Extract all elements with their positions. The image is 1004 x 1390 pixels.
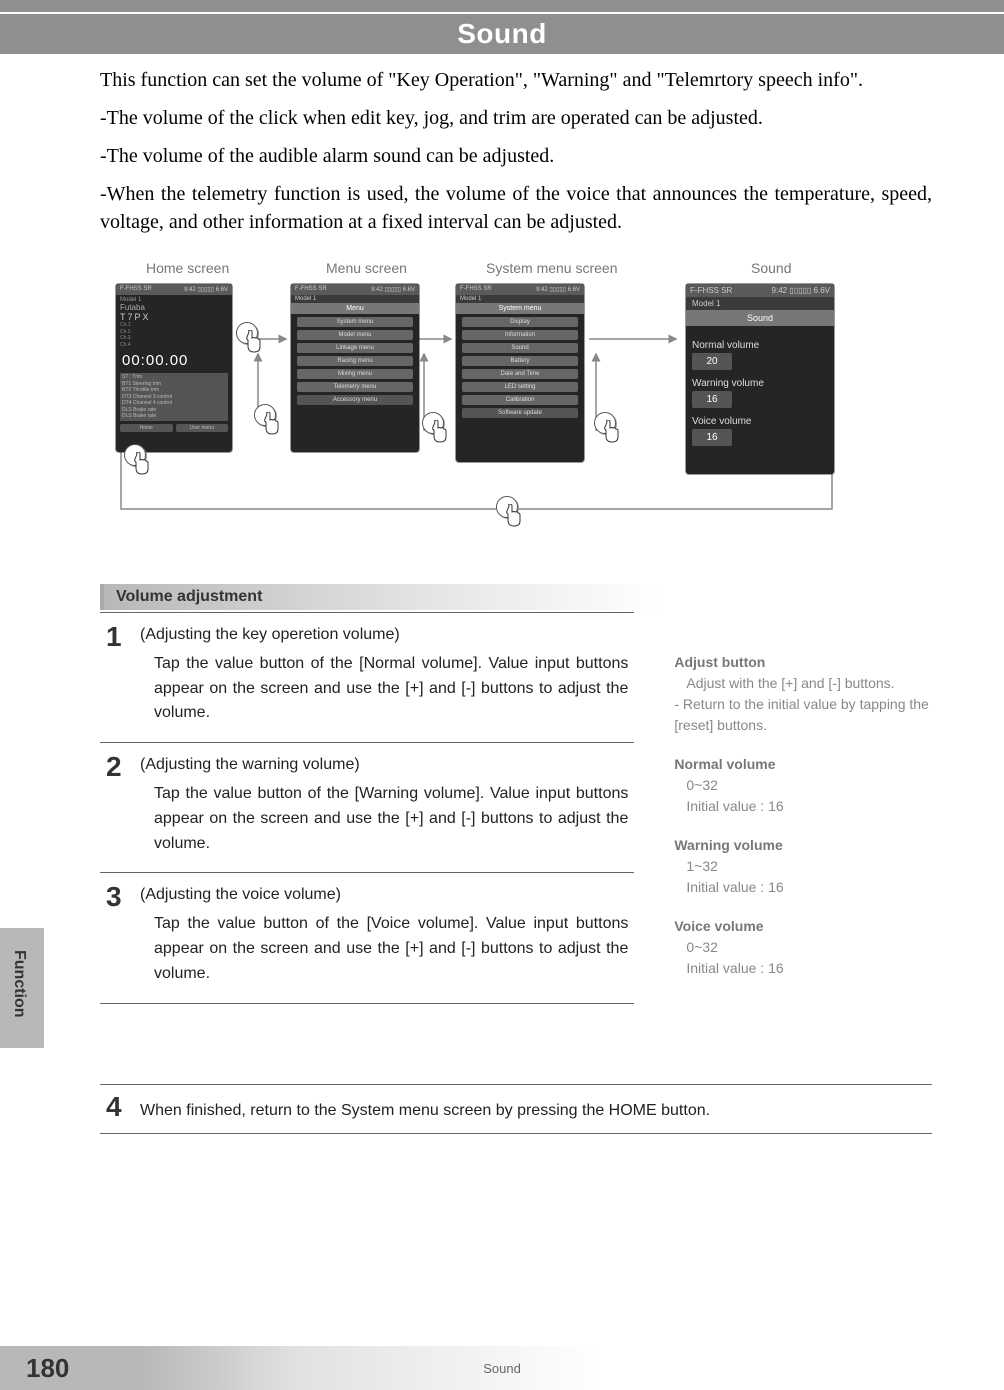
- side-notes: Adjust button Adjust with the [+] and [-…: [674, 612, 932, 997]
- nav-label-sound: Sound: [751, 260, 791, 276]
- note-normal-l2: Initial value : 16: [674, 796, 932, 817]
- step-2-title: (Adjusting the warning volume): [140, 753, 628, 778]
- note-voice-title: Voice volume: [674, 916, 932, 937]
- note-adjust-title: Adjust button: [674, 652, 932, 673]
- page-title-bar: Sound: [0, 14, 1004, 54]
- tap-hand-icon: [594, 412, 616, 434]
- menu-header-left: F-FHSS SR: [295, 286, 327, 293]
- menu-model: Model 1: [291, 295, 419, 303]
- step-3-title: (Adjusting the voice volume): [140, 883, 628, 908]
- sys-item-battery: Battery: [462, 356, 578, 366]
- sound-model: Model 1: [686, 297, 834, 310]
- menu-item-accessory: Accessory menu: [297, 395, 413, 405]
- step-4-text: When finished, return to the System menu…: [140, 1102, 710, 1119]
- step-1-title: (Adjusting the key operetion volume): [140, 623, 628, 648]
- nav-label-home: Home screen: [146, 260, 229, 276]
- home-line: T7PX: [120, 312, 228, 322]
- menu-item-telemetry: Telemetry menu: [297, 382, 413, 392]
- sound-screen-thumb: F-FHSS SR 9:42 ▯▯▯▯▯ 6.6V Model 1 Sound …: [686, 284, 834, 474]
- sys-item-calibration: Calibration: [462, 395, 578, 405]
- system-title: System menu: [456, 303, 584, 314]
- tap-hand-icon: [496, 496, 518, 518]
- sound-normal-label: Normal volume: [692, 340, 828, 351]
- tap-hand-icon: [254, 404, 276, 426]
- menu-item-system: System menu: [297, 317, 413, 327]
- note-voice-l2: Initial value : 16: [674, 958, 932, 979]
- menu-item-racing: Racing menu: [297, 356, 413, 366]
- sound-title: Sound: [686, 310, 834, 326]
- footer-band: Sound: [0, 1346, 1004, 1390]
- volume-adjustment-section: Volume adjustment 1 (Adjusting the key o…: [100, 584, 932, 1004]
- menu-item-linkage: Linkage menu: [297, 343, 413, 353]
- note-normal-l1: 0~32: [674, 775, 932, 796]
- note-warning-l1: 1~32: [674, 856, 932, 877]
- note-adjust-l2: - Return to the initial value by tapping…: [674, 694, 932, 736]
- intro-p2: -The volume of the click when edit key, …: [100, 104, 932, 132]
- tap-hand-icon: [236, 322, 258, 344]
- home-screen-thumb: F-FHSS SR 9:42 ▯▯▯▯▯ 6.6V Model 1 Futaba…: [116, 284, 232, 452]
- content-area: This function can set the volume of "Key…: [0, 54, 1004, 544]
- menu-item-model: Model menu: [297, 330, 413, 340]
- tap-hand-icon: [422, 412, 444, 434]
- nav-label-system: System menu screen: [486, 260, 618, 276]
- sound-warning-label: Warning volume: [692, 378, 828, 389]
- page-number: 180: [26, 1353, 69, 1384]
- sys-model: Model 1: [456, 295, 584, 303]
- note-warning-title: Warning volume: [674, 835, 932, 856]
- step-num-4: 4: [106, 1093, 140, 1124]
- step-1: 1 (Adjusting the key operetion volume) T…: [100, 612, 634, 742]
- system-screen-thumb: F-FHSS SR 9:42 ▯▯▯▯▯ 6.6V Model 1 System…: [456, 284, 584, 462]
- topbar: [0, 0, 1004, 12]
- home-ch4: Ch.4: [120, 342, 228, 349]
- intro-p1: This function can set the volume of "Key…: [100, 66, 932, 94]
- sys-item-led: LED setting: [462, 382, 578, 392]
- sys-header-right: 9:42 ▯▯▯▯▯ 6.6V: [536, 286, 580, 293]
- intro-p4: -When the telemetry function is used, th…: [100, 180, 932, 236]
- sound-header-right: 9:42 ▯▯▯▯▯ 6.6V: [772, 286, 830, 295]
- note-warning-l2: Initial value : 16: [674, 877, 932, 898]
- intro-text: This function can set the volume of "Key…: [100, 66, 932, 236]
- sys-item-software: Software update: [462, 408, 578, 418]
- note-voice-l1: 0~32: [674, 937, 932, 958]
- navigation-diagram: Home screen Menu screen System menu scre…: [106, 260, 926, 544]
- sound-warning-value: 16: [692, 391, 732, 408]
- section-heading: Volume adjustment: [100, 584, 660, 610]
- home-timer: 00:00.00: [122, 352, 228, 369]
- sidebar-label: Function: [10, 950, 28, 1018]
- sound-normal-value: 20: [692, 353, 732, 370]
- step-4: 4 When finished, return to the System me…: [100, 1084, 932, 1135]
- home-header-right: 9:42 ▯▯▯▯▯ 6.6V: [184, 286, 228, 293]
- sound-voice-value: 16: [692, 429, 732, 446]
- note-adjust-l1: Adjust with the [+] and [-] buttons.: [674, 673, 932, 694]
- step-2-text: Tap the value button of the [Warning vol…: [140, 782, 628, 856]
- step-num-1: 1: [106, 623, 140, 726]
- step-1-text: Tap the value button of the [Normal volu…: [140, 652, 628, 726]
- step-3: 3 (Adjusting the voice volume) Tap the v…: [100, 872, 634, 1003]
- menu-title: Menu: [291, 303, 419, 314]
- sound-header-left: F-FHSS SR: [690, 286, 732, 295]
- sys-header-left: F-FHSS SR: [460, 286, 492, 293]
- step-3-text: Tap the value button of the [Voice volum…: [140, 912, 628, 986]
- step-2: 2 (Adjusting the warning volume) Tap the…: [100, 742, 634, 872]
- menu-screen-thumb: F-FHSS SR 9:42 ▯▯▯▯▯ 6.6V Model 1 Menu S…: [291, 284, 419, 452]
- sys-item-information: Information: [462, 330, 578, 340]
- home-footer-usermenu: User menu: [176, 424, 229, 432]
- nav-label-menu: Menu screen: [326, 260, 407, 276]
- home-brand: Futaba: [120, 303, 228, 312]
- sound-voice-label: Voice volume: [692, 416, 828, 427]
- step-num-3: 3: [106, 883, 140, 986]
- step-num-2: 2: [106, 753, 140, 856]
- sys-item-datetime: Date and Time: [462, 369, 578, 379]
- home-sub6: DLS Brake rate: [122, 413, 226, 420]
- footer-label: Sound: [0, 1361, 1004, 1376]
- menu-item-mixing: Mixing menu: [297, 369, 413, 379]
- menu-header-right: 9:42 ▯▯▯▯▯ 6.6V: [371, 286, 415, 293]
- note-normal-title: Normal volume: [674, 754, 932, 775]
- home-header-left: F-FHSS SR: [120, 286, 152, 293]
- sys-item-display: Display: [462, 317, 578, 327]
- sys-item-sound: Sound: [462, 343, 578, 353]
- home-footer-home: Home: [120, 424, 173, 432]
- intro-p3: -The volume of the audible alarm sound c…: [100, 142, 932, 170]
